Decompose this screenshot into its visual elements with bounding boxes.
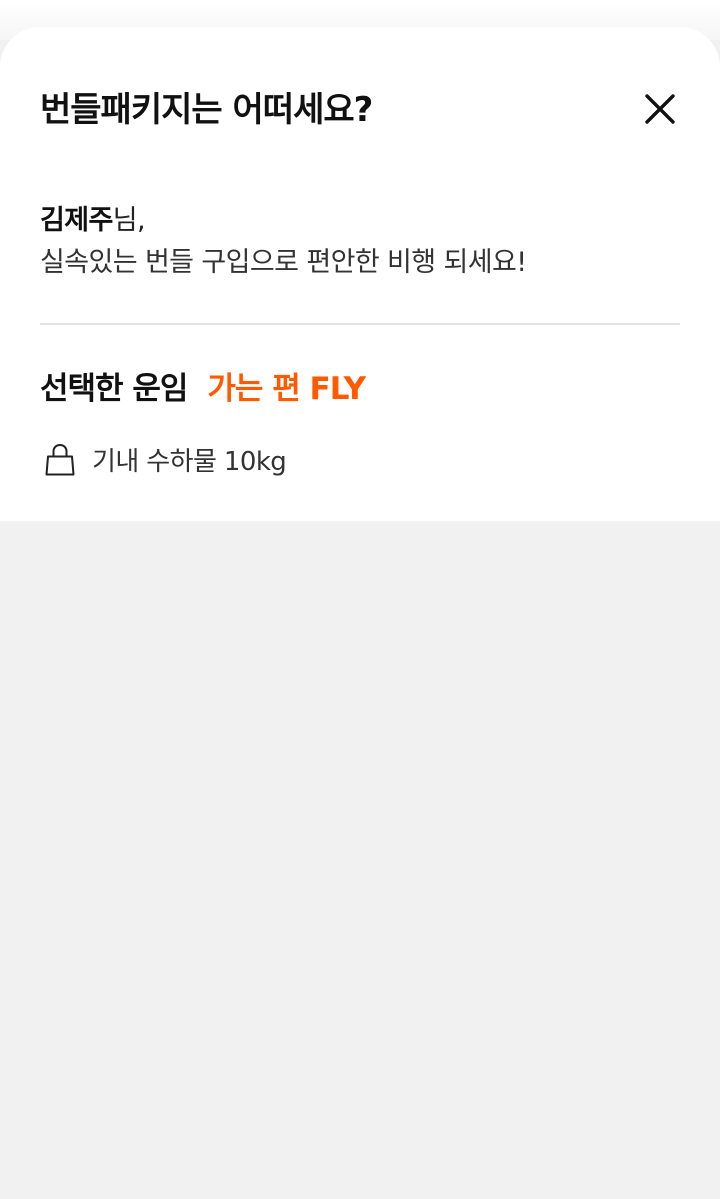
bundle-package-sheet: 번들패키지는 어떠세요? 김제주님, 실속있는 번들 구입으로 편안한 비행 되… (0, 27, 720, 521)
customer-name: 김제주 (40, 205, 113, 236)
selected-fare-name: 가는 편 FLY (207, 371, 366, 407)
close-icon (645, 94, 675, 124)
greeting-message: 실속있는 번들 구입으로 편안한 비행 되세요! (40, 247, 527, 278)
benefit-text: 기내 수하물 10kg (92, 447, 287, 477)
honorific-suffix: 님, (112, 205, 146, 236)
divider (40, 323, 680, 325)
benefit-item: 기내 수하물 10kg (42, 441, 287, 478)
selected-fare-row: 선택한 운임 가는 편 FLY (40, 363, 366, 408)
shopping-bag-icon (45, 443, 75, 475)
greeting: 김제주님, 실속있는 번들 구입으로 편안한 비행 되세요! (40, 203, 680, 281)
selected-fare-label: 선택한 운임 (40, 371, 188, 407)
screen: 번들패키지는 어떠세요? 김제주님, 실속있는 번들 구입으로 편안한 비행 되… (0, 0, 720, 1199)
greeting-name-line: 김제주님, (40, 203, 680, 239)
sheet-title: 번들패키지는 어떠세요? (40, 90, 373, 130)
close-button[interactable] (636, 85, 684, 133)
